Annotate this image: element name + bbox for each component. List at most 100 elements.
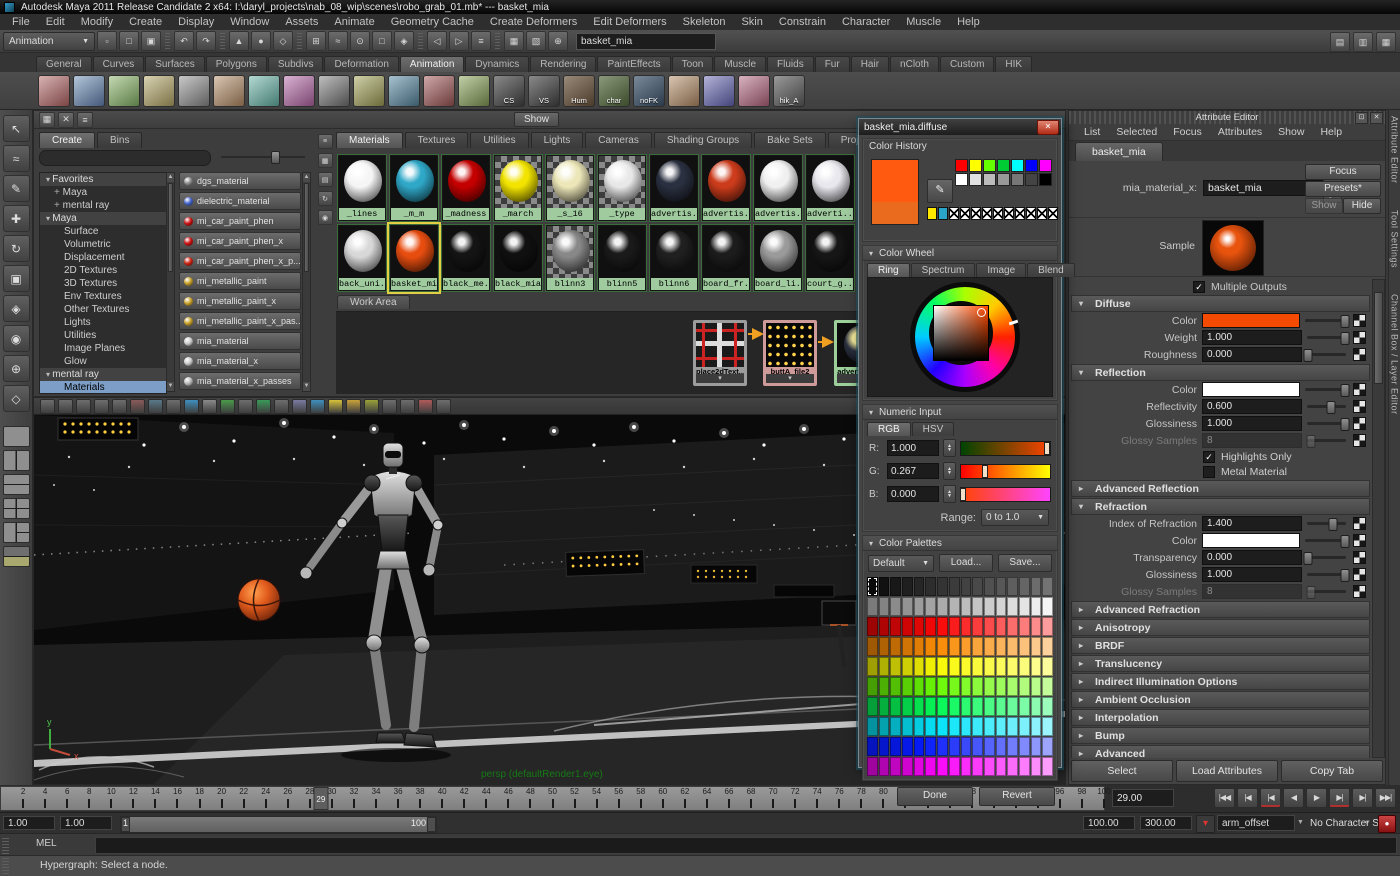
shelf-anim-icon-20[interactable] [703, 74, 735, 107]
palette-color-swatch[interactable] [937, 757, 948, 776]
palette-color-swatch[interactable] [960, 597, 972, 616]
tree-scrollbar[interactable]: ▲ ▼ [166, 172, 175, 392]
create-node-button[interactable]: mi_metallic_paint_x_pas... [179, 312, 301, 330]
palette-color-swatch[interactable] [960, 577, 972, 596]
anim-layer-icon[interactable]: ▾ [1196, 815, 1215, 833]
render-settings-icon[interactable]: ⊕ [548, 31, 568, 51]
palette-color-swatch[interactable] [995, 757, 1007, 776]
palette-color-swatch[interactable] [937, 657, 948, 676]
section-header[interactable]: Indirect Illumination Options [1071, 673, 1370, 690]
tree-item[interactable]: Maya [40, 212, 166, 225]
map-texture-button[interactable] [1353, 314, 1366, 327]
preset-color-swatch[interactable] [1025, 173, 1038, 186]
section-header[interactable]: Anisotropy [1071, 619, 1370, 636]
create-node-button[interactable]: mia_material_x [179, 352, 301, 370]
attribute-slider[interactable] [1307, 569, 1350, 582]
palette-color-swatch[interactable] [995, 697, 1007, 716]
shelf-anim-icon-2[interactable] [73, 74, 105, 107]
toggle-attribute-editor-icon[interactable]: ▤ [1330, 32, 1350, 52]
attribute-value-input[interactable]: 1.400 [1202, 516, 1302, 531]
open-scene-icon[interactable]: □ [119, 31, 139, 51]
node-expand-bar[interactable]: ▾ [766, 374, 814, 383]
palette-color-swatch[interactable] [937, 677, 948, 696]
material-swatch[interactable]: _lines [337, 154, 387, 222]
tree-item[interactable]: Favorites [40, 173, 166, 186]
empty-history-swatch[interactable] [960, 207, 970, 220]
saturation-value-square[interactable] [933, 305, 989, 361]
shelf-char-icon[interactable]: char [598, 74, 630, 107]
palette-color-swatch[interactable] [890, 597, 902, 616]
palette-color-swatch[interactable] [983, 657, 995, 676]
palette-color-swatch[interactable] [972, 757, 983, 776]
palette-color-swatch[interactable] [890, 697, 902, 716]
basketball[interactable] [237, 578, 281, 622]
shelf-anim-icon-13[interactable] [458, 74, 490, 107]
hypershade-tab[interactable]: Textures [404, 132, 469, 148]
slider-handle[interactable] [271, 151, 281, 164]
material-swatch[interactable]: black_mia [493, 224, 543, 292]
map-texture-button[interactable] [1353, 400, 1366, 413]
tree-item[interactable]: Env Textures [40, 290, 166, 303]
palette-color-swatch[interactable] [1030, 617, 1042, 636]
palette-color-swatch[interactable] [995, 677, 1007, 696]
palette-color-swatch[interactable] [972, 737, 983, 756]
snap-to-points-icon[interactable]: ⊙ [350, 31, 370, 51]
palette-color-swatch[interactable] [960, 757, 972, 776]
tree-item[interactable]: mental ray [40, 199, 166, 212]
palette-color-swatch[interactable] [913, 637, 925, 656]
palette-color-swatch[interactable] [948, 577, 960, 596]
palette-color-swatch[interactable] [1007, 617, 1018, 636]
palette-color-swatch[interactable] [913, 597, 925, 616]
create-node-button[interactable]: mi_metallic_paint_x [179, 292, 301, 310]
palette-color-swatch[interactable] [902, 637, 913, 656]
node-tab[interactable]: basket_mia [1075, 142, 1163, 161]
palette-color-swatch[interactable] [972, 617, 983, 636]
section-header[interactable]: Ambient Occlusion [1071, 691, 1370, 708]
palette-color-swatch[interactable] [937, 737, 948, 756]
menu-item[interactable]: Geometry Cache [383, 16, 482, 28]
move-tool[interactable]: ✚ [2, 205, 30, 232]
menu-set-selector[interactable]: Animation ▼ [3, 31, 95, 51]
menu-item[interactable]: File [4, 16, 38, 28]
material-swatch[interactable]: advertis... [701, 154, 751, 222]
shelf-anim-icon-4[interactable] [143, 74, 175, 107]
slider-handle[interactable] [1326, 401, 1336, 414]
palette-color-swatch[interactable] [1007, 597, 1018, 616]
palette-color-swatch[interactable] [937, 637, 948, 656]
toggle-channel-box-icon[interactable]: ▦ [1376, 32, 1396, 52]
menu-item[interactable]: Edit [38, 16, 73, 28]
channel-gradient-slider[interactable] [959, 486, 1051, 502]
palette-color-swatch[interactable] [995, 597, 1007, 616]
section-header[interactable]: Bump [1071, 727, 1370, 744]
menu-item[interactable]: List [1077, 126, 1107, 138]
palette-color-swatch[interactable] [995, 737, 1007, 756]
tree-item[interactable]: Materials [40, 381, 166, 393]
palette-color-swatch[interactable] [937, 717, 948, 736]
palette-color-swatch[interactable] [1042, 597, 1053, 616]
create-node-button[interactable]: mi_car_paint_phen_x_p... [179, 252, 301, 270]
shelf-tab[interactable]: PaintEffects [597, 56, 671, 72]
separator[interactable] [220, 33, 225, 49]
palette-color-swatch[interactable] [1007, 737, 1018, 756]
focus-button[interactable]: Focus [1305, 164, 1381, 180]
auto-keyframe-toggle[interactable]: ● [1378, 815, 1396, 833]
tree-item[interactable]: Image Planes [40, 342, 166, 355]
attribute-slider[interactable] [1307, 418, 1350, 431]
palette-color-swatch[interactable] [913, 617, 925, 636]
palette-color-swatch[interactable] [1018, 637, 1030, 656]
hypershade-rearrange-icon[interactable]: ≡ [77, 111, 93, 128]
material-swatch[interactable]: _madness [441, 154, 491, 222]
snap-to-grids-icon[interactable]: ⊞ [306, 31, 326, 51]
preset-color-swatch[interactable] [1011, 159, 1024, 172]
empty-history-swatch[interactable] [949, 207, 959, 220]
palette-color-swatch[interactable] [972, 637, 983, 656]
palette-color-swatch[interactable] [890, 677, 902, 696]
xray-icon[interactable] [418, 398, 433, 414]
paint-select-tool[interactable]: ✎ [2, 175, 30, 202]
pin-tab-icon[interactable]: ◉ [317, 210, 333, 225]
tree-item[interactable]: Utilities [40, 329, 166, 342]
material-swatch[interactable]: _type [597, 154, 647, 222]
material-swatch[interactable]: blinn3 [545, 224, 595, 292]
attribute-value-input[interactable]: 0.000 [1202, 347, 1302, 362]
palette-color-swatch[interactable] [902, 617, 913, 636]
